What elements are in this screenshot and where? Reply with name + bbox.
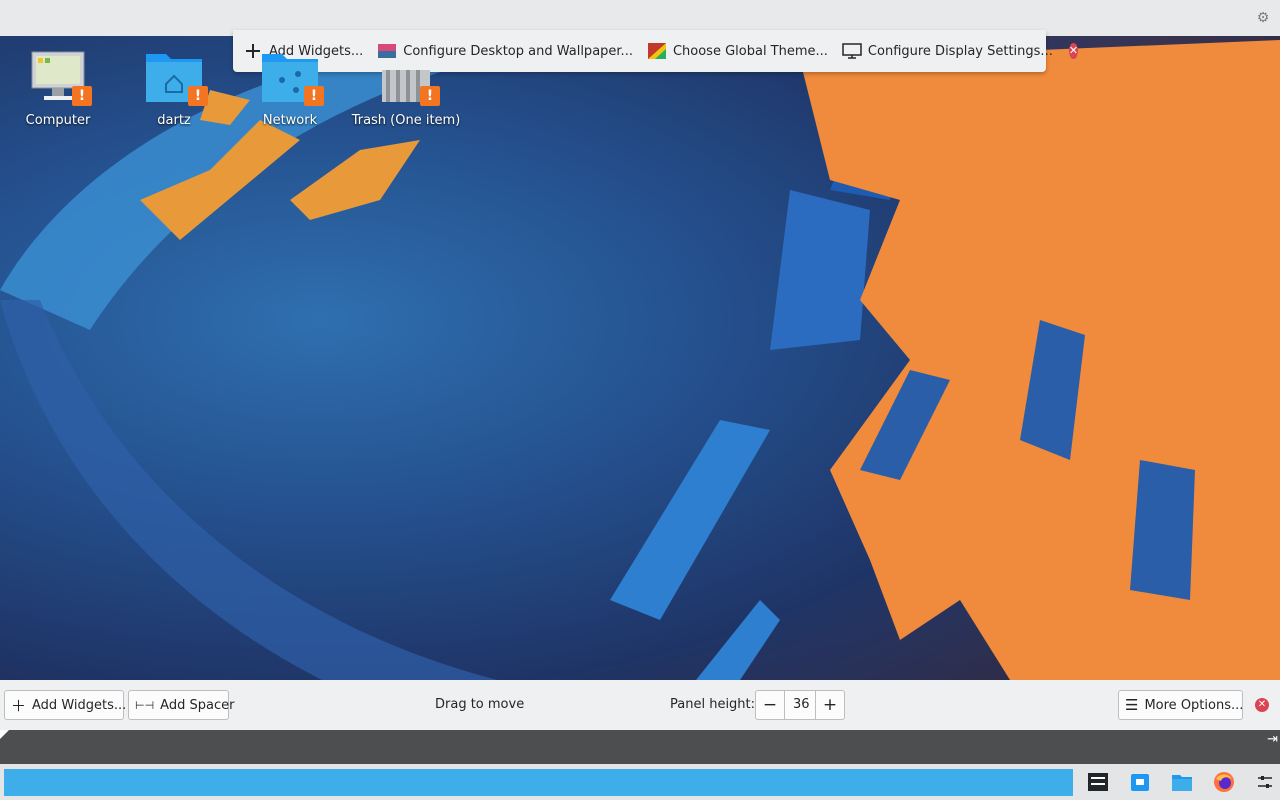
increase-height-button[interactable]: + <box>816 691 844 719</box>
panel-config-toolbar: ＋ Add Widgets... ⊢⊣ Add Spacer Drag to m… <box>0 680 1280 730</box>
desktop-icon-dartz[interactable]: ! dartz <box>118 48 230 128</box>
discover-icon[interactable] <box>1129 771 1151 793</box>
file-manager-icon[interactable] <box>1171 771 1193 793</box>
desktop-settings-icon[interactable]: ⚙ <box>1254 9 1272 27</box>
panel-height-label: Panel height: <box>670 697 756 712</box>
panel-height-value[interactable]: 36 <box>784 691 816 719</box>
warning-badge: ! <box>72 86 92 106</box>
desktop-icon-label: Computer <box>25 113 91 128</box>
desktop-icon-label: Network <box>262 113 318 128</box>
configure-display-button[interactable]: Configure Display Settings... <box>842 36 1053 66</box>
panel-ruler[interactable]: ⇥ <box>0 730 1280 764</box>
panel-add-widgets-label: Add Widgets... <box>32 697 127 713</box>
close-icon[interactable]: ✕ <box>1068 43 1079 59</box>
drag-to-move-handle[interactable]: Drag to move <box>435 697 524 712</box>
desktop-icon-network[interactable]: ! Network <box>234 48 346 128</box>
close-icon[interactable]: ✕ <box>1255 698 1269 712</box>
panel-height-spinbox[interactable]: − 36 + <box>755 690 845 720</box>
firefox-icon[interactable] <box>1213 771 1235 793</box>
system-settings-icon[interactable] <box>1087 771 1109 793</box>
computer-icon: ! <box>28 48 92 106</box>
desktop-icon-label: dartz <box>157 113 191 128</box>
decrease-height-button[interactable]: − <box>756 691 784 719</box>
network-folder-icon: ! <box>260 48 324 106</box>
global-theme-icon <box>647 43 666 59</box>
more-options-label: More Options... <box>1144 697 1244 713</box>
choose-global-theme-button[interactable]: Choose Global Theme... <box>647 36 828 66</box>
add-spacer-label: Add Spacer <box>160 697 235 713</box>
trash-icon: ! <box>376 48 440 106</box>
settings-sliders-icon: ☰ <box>1125 696 1139 714</box>
add-spacer-button[interactable]: ⊢⊣ Add Spacer <box>128 690 234 720</box>
desktop-icon-label: Trash (One item) <box>351 113 461 128</box>
plus-icon: ＋ <box>11 696 27 715</box>
desktop-icon-computer[interactable]: ! Computer <box>2 48 114 128</box>
choose-global-theme-label: Choose Global Theme... <box>672 43 828 59</box>
desktop-icon-trash[interactable]: ! Trash (One item) <box>350 48 462 128</box>
panel-settings-icon[interactable] <box>1254 771 1276 793</box>
bottom-panel <box>0 764 1280 800</box>
more-options-button[interactable]: ☰ More Options... <box>1118 690 1243 720</box>
configure-display-label: Configure Display Settings... <box>867 43 1053 59</box>
home-folder-icon: ! <box>144 48 208 106</box>
warning-badge: ! <box>420 86 440 106</box>
warning-badge: ! <box>304 86 324 106</box>
panel-add-widgets-button[interactable]: ＋ Add Widgets... <box>4 690 127 720</box>
ruler-right-arrow-icon[interactable]: ⇥ <box>1267 732 1278 747</box>
spacer-icon: ⊢⊣ <box>135 698 155 712</box>
panel-spacer[interactable] <box>4 769 1073 796</box>
ruler-left-handle[interactable] <box>0 730 9 739</box>
warning-badge: ! <box>188 86 208 106</box>
display-icon <box>842 43 862 59</box>
